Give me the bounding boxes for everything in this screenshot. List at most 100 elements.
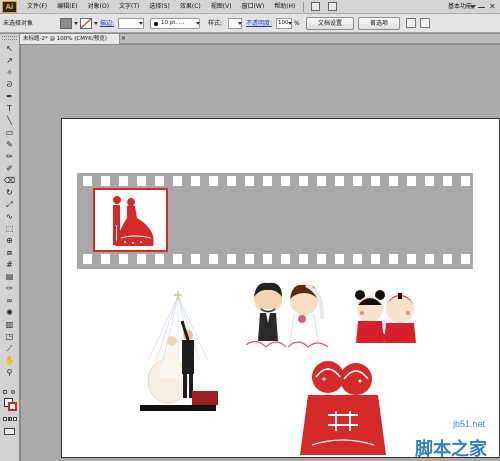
mesh-tool-icon[interactable]: # — [3, 260, 16, 270]
opacity-label[interactable]: 不透明度: — [246, 18, 272, 29]
chinese-kids-clipart[interactable] — [352, 287, 422, 347]
film-hole — [317, 176, 326, 186]
column-graph-icon[interactable]: ▥ — [3, 320, 16, 330]
film-strip[interactable] — [77, 173, 473, 269]
red-papercut-clipart[interactable] — [298, 355, 388, 459]
film-hole — [101, 254, 110, 264]
menu-view[interactable]: 视图(V) — [206, 0, 237, 14]
warp-tool-icon[interactable]: ∿ — [3, 212, 16, 222]
menu-object[interactable]: 对象(O) — [83, 0, 114, 14]
pen-tool-icon[interactable]: ✒ — [3, 92, 16, 102]
align-icon[interactable] — [406, 18, 416, 28]
style-label: 样式: — [208, 20, 223, 27]
blob-brush-icon[interactable]: ✐ — [3, 164, 16, 174]
transform-icon[interactable] — [420, 18, 430, 28]
chevron-down-icon[interactable] — [139, 22, 143, 25]
menu-items: 文件(F) 编辑(E) 对象(O) 文字(T) 选择(S) 效果(C) 视图(V… — [22, 0, 341, 14]
artboard[interactable] — [61, 118, 500, 458]
film-hole — [209, 176, 218, 186]
menu-window[interactable]: 窗口(W) — [237, 0, 270, 14]
chevron-down-icon[interactable] — [94, 22, 98, 25]
menu-type[interactable]: 文字(T) — [114, 0, 144, 14]
paintbrush-icon[interactable]: ✎ — [3, 140, 16, 150]
film-hole — [443, 176, 452, 186]
brush-definition-dropdown[interactable]: 10 pt. ... — [150, 18, 200, 29]
illustrator-logo: Ai — [2, 1, 17, 13]
stroke-swatch[interactable] — [8, 402, 17, 411]
type-tool-icon[interactable]: T — [3, 104, 16, 114]
gradient-tool-icon[interactable]: ▤ — [3, 272, 16, 282]
stroke-color-swatch[interactable] — [80, 18, 92, 29]
selection-tool-icon[interactable]: ↖ — [3, 44, 16, 54]
wedding-couple-photo[interactable] — [138, 291, 218, 411]
preferences-button[interactable]: 首选项 — [358, 17, 400, 30]
scale-tool-icon[interactable]: ⤢ — [3, 200, 16, 210]
menu-bar: Ai 文件(F) 编辑(E) 对象(O) 文字(T) 选择(S) 效果(C) 视… — [0, 0, 500, 14]
blend-tool-icon[interactable]: ∞ — [3, 296, 16, 306]
perspective-grid-icon[interactable]: ⧈ — [3, 248, 16, 258]
hand-tool-icon[interactable]: ✋ — [3, 356, 16, 366]
menu-help[interactable]: 帮助(H) — [269, 0, 300, 14]
chevron-down-icon[interactable] — [470, 5, 476, 9]
panel-grip[interactable] — [2, 36, 17, 40]
shape-builder-icon[interactable]: ⊕ — [3, 236, 16, 246]
menu-file[interactable]: 文件(F) — [22, 0, 52, 14]
minimize-icon[interactable] — [478, 7, 485, 8]
menu-edit[interactable]: 编辑(E) — [52, 0, 82, 14]
chevron-down-icon[interactable] — [238, 22, 242, 25]
film-hole — [173, 176, 182, 186]
direct-selection-tool-icon[interactable]: ↗ — [3, 56, 16, 66]
magic-wand-icon[interactable]: ✧ — [3, 68, 16, 78]
free-transform-icon[interactable]: ⬚ — [3, 224, 16, 234]
menu-select[interactable]: 选择(S) — [144, 0, 175, 14]
cartoon-couple-image — [245, 282, 329, 348]
arrange-documents-icon[interactable] — [328, 2, 338, 11]
none-mode-icon[interactable] — [13, 417, 17, 421]
film-frame-selected[interactable] — [93, 188, 168, 252]
lasso-icon[interactable]: ᘐ — [3, 80, 16, 90]
document-setup-button[interactable]: 文档设置 — [306, 17, 354, 30]
slice-tool-icon[interactable]: ⟋ — [3, 344, 16, 354]
film-hole — [335, 176, 344, 186]
zoom-tool-icon[interactable]: ⚲ — [3, 368, 16, 378]
bridge-icon[interactable] — [311, 2, 321, 11]
fill-color-swatch[interactable] — [60, 18, 72, 29]
default-colors-icon[interactable] — [3, 390, 7, 394]
film-hole — [119, 176, 128, 186]
film-hole — [137, 254, 146, 264]
tools-panel: ↖ ↗ ✧ ᘐ ✒ T ╲ ▭ ✎ ✏ ✐ ⌫ ↻ ⤢ ∿ ⬚ ⊕ ⧈ # ▤ ✑ ∞ ✺ ▥ ◳ ⟋ ✋ ⚲ — [0, 34, 20, 461]
chevron-down-icon[interactable] — [196, 22, 200, 25]
chevron-down-icon[interactable] — [288, 22, 292, 25]
cartoon-couple-clipart[interactable] — [245, 279, 329, 354]
menu-effect[interactable]: 效果(C) — [175, 0, 206, 14]
wedding-couple-image — [140, 291, 218, 411]
close-tab-icon[interactable]: × — [121, 34, 126, 44]
eyedropper-icon[interactable]: ✑ — [3, 284, 16, 294]
symbol-sprayer-icon[interactable]: ✺ — [3, 308, 16, 318]
gradient-mode-icon[interactable] — [8, 417, 12, 421]
line-tool-icon[interactable]: ╲ — [3, 116, 16, 126]
film-hole — [461, 176, 470, 186]
film-hole — [407, 176, 416, 186]
color-mode-icon[interactable] — [3, 417, 7, 421]
watermark-url: jb51.net — [453, 419, 486, 429]
film-hole — [83, 254, 92, 264]
canvas-area[interactable]: jb51.net 脚本之家 — [21, 45, 500, 461]
eraser-icon[interactable]: ⌫ — [3, 176, 16, 186]
stroke-label[interactable]: 描边: — [100, 18, 114, 29]
rotate-tool-icon[interactable]: ↻ — [3, 188, 16, 198]
close-icon[interactable]: ✕ — [489, 2, 496, 11]
film-hole — [209, 254, 218, 264]
tab-document[interactable]: 未标题-2* @ 100% (CMYK/预览) — [20, 34, 120, 44]
chevron-down-icon[interactable] — [74, 22, 78, 25]
film-hole — [83, 176, 92, 186]
swap-colors-icon[interactable] — [11, 390, 15, 394]
rectangle-tool-icon[interactable]: ▭ — [3, 128, 16, 138]
film-hole — [191, 176, 200, 186]
pencil-icon[interactable]: ✏ — [3, 152, 16, 162]
film-hole — [425, 254, 434, 264]
film-hole — [227, 254, 236, 264]
artboard-tool-icon[interactable]: ◳ — [3, 332, 16, 342]
screen-mode-icon[interactable] — [4, 428, 15, 435]
workspace-switcher[interactable]: 基本功能 — [448, 0, 472, 14]
